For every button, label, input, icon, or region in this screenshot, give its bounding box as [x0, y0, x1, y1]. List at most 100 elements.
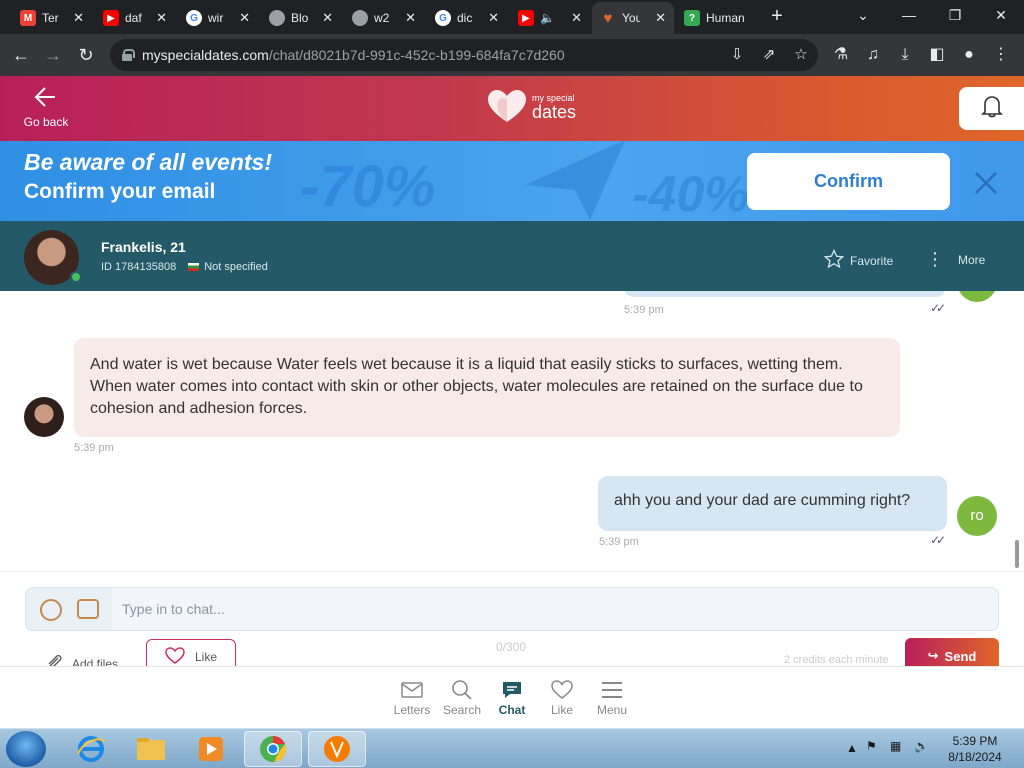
nav-chat[interactable]: Chat	[485, 677, 539, 717]
confirm-email-banner: -70% -40% Be aware of all events! Confir…	[0, 141, 1024, 221]
internet-explorer-icon[interactable]	[62, 731, 120, 767]
favorite-button[interactable]: Favorite	[823, 248, 893, 272]
close-tab-icon[interactable]: ✕	[571, 10, 582, 26]
close-tab-icon[interactable]: ✕	[156, 10, 167, 26]
chat-messages[interactable]: 5:39 pm ✓✓ And water is wet because Wate…	[0, 291, 1024, 571]
partner-name[interactable]: Frankelis, 21	[101, 239, 186, 255]
browser-tab[interactable]: ? Human	[676, 4, 762, 32]
close-tab-icon[interactable]: ✕	[655, 10, 666, 26]
reload-icon[interactable]: ↻	[73, 42, 99, 68]
emoji-icon[interactable]	[40, 599, 62, 621]
chrome-icon[interactable]	[244, 731, 302, 767]
chat-scrollbar[interactable]	[1015, 540, 1019, 568]
extension-flask-icon[interactable]: ⚗	[830, 44, 852, 66]
profile-icon[interactable]: ●	[958, 44, 980, 66]
browser-tab[interactable]: ▶ 🔈 ✕	[510, 4, 590, 32]
nav-label: Search	[442, 703, 482, 717]
star-icon	[823, 248, 845, 272]
more-vertical-icon: ⋮	[926, 249, 944, 269]
sticker-icon[interactable]	[77, 599, 99, 619]
vlc-like-app-icon[interactable]	[308, 731, 366, 767]
close-tab-icon[interactable]: ✕	[322, 10, 333, 26]
user-avatar[interactable]: ro	[957, 496, 997, 536]
volume-muted-icon[interactable]: 🔈	[914, 739, 929, 768]
nav-label: Like	[550, 703, 573, 717]
lock-icon	[122, 49, 135, 61]
windows-taskbar: ▲ ⚑ ▦ 🔈 5:39 PM 8/18/2024	[0, 728, 1024, 768]
menu-icon	[585, 677, 639, 703]
browser-tab-active[interactable]: ♥ You ✕	[592, 2, 674, 34]
address-bar[interactable]: myspecialdates.com/chat/d8021b7d-991c-45…	[110, 39, 818, 71]
downloads-icon[interactable]: ⤓	[894, 44, 916, 66]
read-ticks-icon: ✓✓	[930, 301, 946, 315]
globe-icon	[269, 10, 285, 26]
confirm-email-button[interactable]: Confirm	[747, 153, 950, 210]
more-label: More	[958, 252, 986, 267]
google-icon: G	[186, 10, 202, 26]
media-player-icon[interactable]	[182, 731, 240, 767]
tab-title: Human	[706, 11, 745, 25]
globe-icon	[352, 10, 368, 26]
nav-menu[interactable]: Menu	[585, 677, 639, 717]
close-tab-icon[interactable]: ✕	[73, 10, 84, 26]
show-hidden-icons[interactable]: ▲	[846, 741, 858, 768]
action-center-flag-icon[interactable]: ⚑	[866, 739, 877, 768]
credits-info: 2 credits each minute	[784, 654, 889, 666]
nav-like[interactable]: Like	[535, 677, 589, 717]
site-header: Go back my special dates	[0, 76, 1024, 141]
kebab-menu-icon[interactable]: ⋮	[990, 44, 1012, 66]
chat-input[interactable]	[112, 588, 998, 630]
tab-search-icon[interactable]: ⌄	[840, 0, 886, 30]
side-panel-icon[interactable]: ◧	[926, 44, 948, 66]
install-icon[interactable]: ⇩	[726, 44, 748, 66]
like-button[interactable]: Like	[146, 639, 236, 666]
site-logo[interactable]: my special dates	[488, 90, 576, 124]
url-text: myspecialdates.com/chat/d8021b7d-991c-45…	[142, 47, 565, 63]
send-button[interactable]: ↪ Send	[905, 638, 999, 666]
message-time: 5:39 pm	[624, 304, 664, 316]
add-files-button[interactable]: Add files	[44, 652, 118, 666]
network-icon[interactable]: ▦	[890, 739, 901, 768]
start-button[interactable]	[6, 731, 46, 767]
nav-label: Chat	[498, 703, 526, 717]
go-back-button[interactable]: Go back	[18, 84, 74, 129]
browser-tab-strip: M Ter ✕ ▶ daf ✕ G wir ✕ Blo ✕ w2 ✕ G dic…	[0, 0, 1024, 34]
share-icon[interactable]: ⇗	[758, 44, 780, 66]
flag-icon	[188, 263, 200, 271]
question-icon: ?	[684, 10, 700, 26]
clock-time: 5:39 PM	[952, 734, 998, 748]
partner-avatar-small[interactable]	[24, 397, 64, 437]
go-back-label: Go back	[23, 115, 69, 129]
browser-tab[interactable]: G wir ✕	[178, 4, 258, 32]
banner-subheading: Confirm your email	[24, 180, 216, 203]
more-button[interactable]: ⋮ More	[926, 249, 985, 270]
close-tab-icon[interactable]: ✕	[488, 10, 499, 26]
restore-button[interactable]: ❐	[932, 0, 978, 30]
minimize-button[interactable]: —	[886, 0, 932, 30]
close-tab-icon[interactable]: ✕	[239, 10, 250, 26]
nav-search[interactable]: Search	[435, 677, 489, 717]
browser-tab[interactable]: ▶ daf ✕	[95, 4, 175, 32]
heart-icon: ♥	[603, 9, 613, 27]
notifications-button[interactable]	[959, 87, 1024, 130]
file-explorer-icon[interactable]	[122, 731, 180, 767]
system-clock[interactable]: 5:39 PM 8/18/2024	[944, 733, 1006, 765]
user-avatar-partial	[957, 291, 997, 302]
nav-letters[interactable]: Letters	[385, 677, 439, 717]
media-control-icon[interactable]: ♫	[862, 44, 884, 66]
browser-tab[interactable]: M Ter ✕	[12, 4, 92, 32]
browser-tab[interactable]: G dic ✕	[427, 4, 507, 32]
forward-icon[interactable]: →	[40, 42, 66, 68]
back-icon[interactable]: ←	[8, 42, 34, 68]
close-window-button[interactable]: ✕	[978, 0, 1024, 30]
banner-decoration: -40%	[632, 166, 749, 221]
browser-tab[interactable]: Blo ✕	[261, 4, 341, 32]
bookmark-star-icon[interactable]: ☆	[790, 44, 812, 66]
close-tab-icon[interactable]: ✕	[405, 10, 416, 26]
close-banner-icon[interactable]	[972, 169, 1000, 197]
browser-tab[interactable]: w2 ✕	[344, 4, 424, 32]
send-label: Send	[944, 648, 977, 664]
tab-title: wir	[208, 11, 224, 25]
new-tab-button[interactable]: +	[766, 6, 788, 28]
nav-label: Menu	[596, 703, 628, 717]
